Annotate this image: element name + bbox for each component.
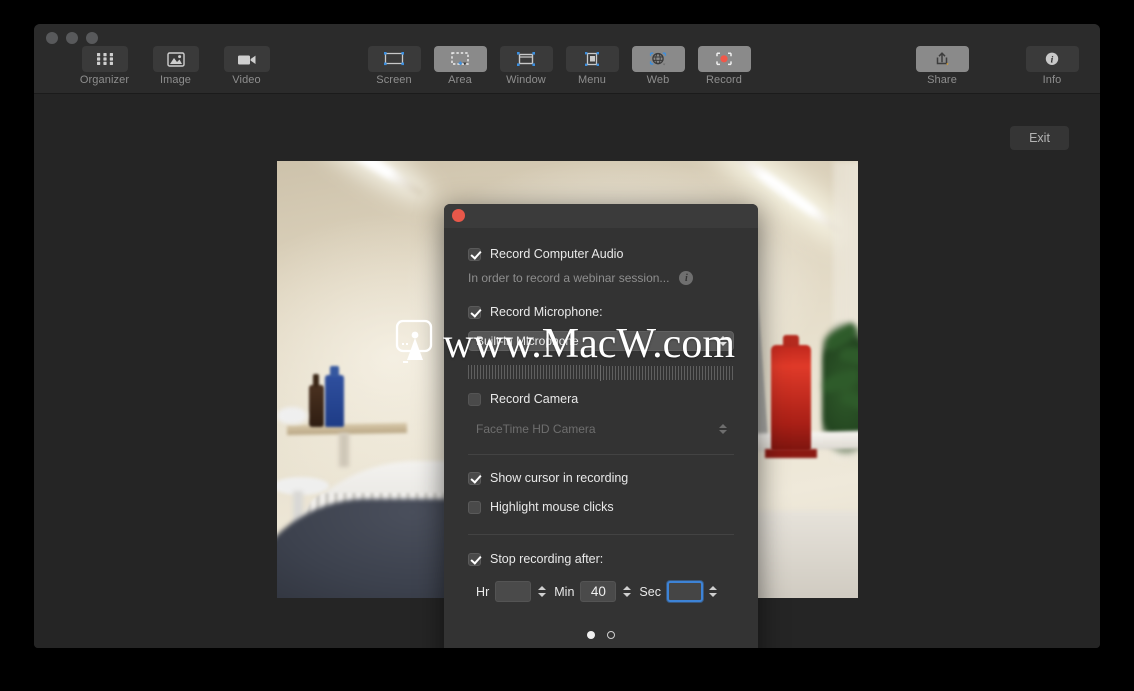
highlight-clicks-label: Highlight mouse clicks xyxy=(490,500,614,514)
microphone-device-select[interactable]: Built-in Microphone xyxy=(468,331,734,351)
toolbar-item-window[interactable]: Window xyxy=(496,46,556,86)
pagination-dots xyxy=(468,631,734,639)
exit-button[interactable]: Exit xyxy=(1010,126,1069,150)
image-icon xyxy=(152,46,199,72)
area-selection-icon xyxy=(433,46,487,72)
toolbar-item-area[interactable]: Area xyxy=(430,46,490,86)
stop-recording-label: Stop recording after: xyxy=(490,552,604,566)
video-camera-icon xyxy=(223,46,270,72)
info-circle-icon: i xyxy=(1025,46,1079,72)
screen-capture-icon xyxy=(367,46,421,72)
toolbar-item-info[interactable]: i Info xyxy=(1022,46,1082,86)
grid-icon xyxy=(81,46,128,72)
minute-label: Min xyxy=(554,584,575,599)
share-upload-icon xyxy=(915,46,969,72)
toolbar-right-group: Share i Info xyxy=(912,46,1082,86)
toolbar-label-screen: Screen xyxy=(376,74,412,86)
app-window: Organizer Image Video Screen Area Window… xyxy=(34,24,1100,648)
second-label: Sec xyxy=(639,584,661,599)
content-area: Exit Record Computer Audio In order to r… xyxy=(34,94,1100,648)
toolbar-item-record[interactable]: Record xyxy=(694,46,754,86)
toolbar-center-group: Screen Area Window Menu Web Record xyxy=(364,46,754,86)
stop-recording-checkbox[interactable] xyxy=(468,552,481,566)
zoom-window-button[interactable] xyxy=(86,32,98,44)
record-camera-checkbox[interactable] xyxy=(468,392,481,406)
record-computer-audio-label: Record Computer Audio xyxy=(490,247,624,261)
minimize-window-button[interactable] xyxy=(66,32,78,44)
stop-recording-time-row: Hr Min 40 Sec xyxy=(468,581,734,602)
second-stepper[interactable] xyxy=(708,582,719,602)
chevron-updown-icon xyxy=(718,334,727,348)
microphone-device-value: Built-in Microphone xyxy=(476,334,579,348)
toolbar-label-image: Image xyxy=(159,74,192,86)
show-cursor-label: Show cursor in recording xyxy=(490,471,629,485)
camera-device-select[interactable]: FaceTime HD Camera xyxy=(468,419,734,439)
recording-settings-dialog: Record Computer Audio In order to record… xyxy=(444,204,758,648)
hour-stepper[interactable] xyxy=(536,582,547,602)
toolbar-item-screen[interactable]: Screen xyxy=(364,46,424,86)
toolbar-label-menu: Menu xyxy=(578,74,606,86)
close-window-button[interactable] xyxy=(46,32,58,44)
exit-bar: Exit xyxy=(34,94,1100,153)
dialog-titlebar xyxy=(444,204,758,228)
toolbar-label-info: Info xyxy=(1042,74,1062,86)
second-input[interactable] xyxy=(666,581,703,602)
show-cursor-checkbox[interactable] xyxy=(468,471,481,485)
record-camera-row[interactable]: Record Camera xyxy=(468,392,734,406)
pagination-dot-2[interactable] xyxy=(607,631,615,639)
toolbar-label-area: Area xyxy=(448,74,472,86)
toolbar: Organizer Image Video Screen Area Window… xyxy=(34,24,1100,94)
record-microphone-label: Record Microphone: xyxy=(490,305,603,319)
highlight-clicks-row[interactable]: Highlight mouse clicks xyxy=(468,500,734,514)
dialog-close-button[interactable] xyxy=(452,209,465,222)
globe-icon xyxy=(631,46,685,72)
microphone-level-meter xyxy=(468,365,734,381)
toolbar-item-web[interactable]: Web xyxy=(628,46,688,86)
toolbar-label-share: Share xyxy=(927,74,957,86)
menu-capture-icon xyxy=(565,46,619,72)
record-dot-icon xyxy=(697,46,751,72)
traffic-lights xyxy=(46,32,98,44)
record-camera-label: Record Camera xyxy=(490,392,579,406)
pagination-dot-1[interactable] xyxy=(587,631,595,639)
record-computer-audio-row[interactable]: Record Computer Audio xyxy=(468,247,734,261)
meter-segment-left xyxy=(468,365,603,381)
show-cursor-row[interactable]: Show cursor in recording xyxy=(468,471,734,485)
highlight-clicks-checkbox[interactable] xyxy=(468,500,481,514)
minute-input[interactable]: 40 xyxy=(580,581,617,602)
toolbar-label-web: Web xyxy=(646,74,670,86)
toolbar-item-share[interactable]: Share xyxy=(912,46,972,86)
toolbar-item-menu[interactable]: Menu xyxy=(562,46,622,86)
toolbar-left-group: Organizer Image Video xyxy=(78,46,273,86)
camera-device-value: FaceTime HD Camera xyxy=(476,422,596,436)
toolbar-item-image[interactable]: Image xyxy=(149,46,202,86)
dialog-body: Record Computer Audio In order to record… xyxy=(444,228,758,648)
record-microphone-checkbox[interactable] xyxy=(468,305,481,319)
divider-camera xyxy=(468,454,734,455)
toolbar-item-video[interactable]: Video xyxy=(220,46,273,86)
toolbar-label-video: Video xyxy=(232,74,261,86)
record-microphone-row[interactable]: Record Microphone: xyxy=(468,305,734,319)
meter-segment-right xyxy=(603,366,734,380)
info-circle-icon[interactable]: i xyxy=(679,271,694,285)
toolbar-label-window: Window xyxy=(506,74,546,86)
window-capture-icon xyxy=(499,46,553,72)
toolbar-label-organizer: Organizer xyxy=(79,74,130,86)
hour-label: Hr xyxy=(476,584,490,599)
stop-recording-row[interactable]: Stop recording after: xyxy=(468,552,734,566)
toolbar-label-record: Record xyxy=(705,74,743,86)
record-computer-audio-checkbox[interactable] xyxy=(468,247,481,261)
hour-input[interactable] xyxy=(495,581,532,602)
divider-timer xyxy=(468,534,734,535)
computer-audio-hint: In order to record a webinar session... xyxy=(468,271,670,285)
svg-text:i: i xyxy=(1051,56,1054,66)
chevron-updown-icon xyxy=(718,422,727,436)
minute-stepper[interactable] xyxy=(621,582,632,602)
toolbar-item-organizer[interactable]: Organizer xyxy=(78,46,131,86)
computer-audio-hint-row: In order to record a webinar session... … xyxy=(468,271,734,285)
